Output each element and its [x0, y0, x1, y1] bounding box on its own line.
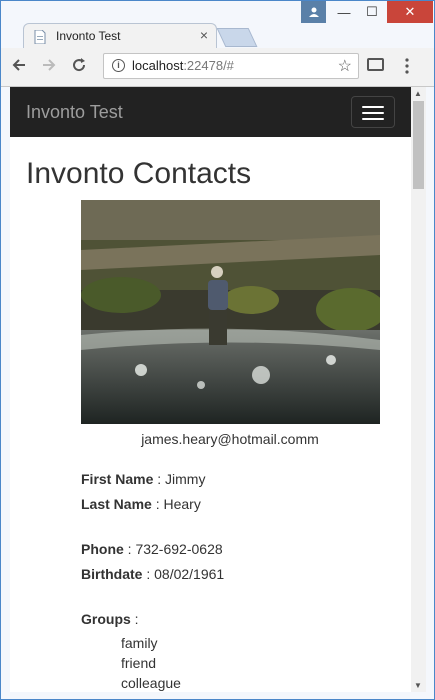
- site-navbar: Invonto Test: [10, 87, 411, 137]
- vertical-scrollbar[interactable]: ▲ ▼: [411, 87, 426, 692]
- last-name-label: Last Name: [81, 496, 152, 512]
- reload-icon[interactable]: [71, 57, 87, 78]
- page-title: Invonto Contacts: [26, 157, 252, 190]
- page-content: Invonto Contacts james.heary@hotmail.com…: [10, 137, 411, 692]
- browser-toolbar: i localhost:22478/# ☆: [1, 48, 434, 87]
- groups-label: Groups: [81, 611, 131, 627]
- contact-photo: [81, 200, 380, 424]
- group-item: friend: [121, 655, 157, 671]
- navbar-brand[interactable]: Invonto Test: [26, 102, 123, 123]
- phone-value: 732-692-0628: [135, 541, 223, 557]
- first-name-row: First Name : Jimmy: [81, 471, 206, 487]
- scroll-down-icon[interactable]: ▼: [414, 681, 422, 690]
- group-item: colleague: [121, 675, 181, 691]
- page-favicon-icon: [34, 30, 46, 44]
- forward-icon[interactable]: [41, 57, 57, 78]
- tab-close-icon[interactable]: ×: [200, 27, 208, 43]
- group-item: family: [121, 635, 158, 651]
- page-viewport: Invonto Test Invonto Contacts james.hear…: [10, 87, 426, 692]
- tab-title: Invonto Test: [56, 29, 121, 43]
- back-icon[interactable]: [11, 57, 27, 78]
- first-name-value: Jimmy: [165, 471, 206, 487]
- phone-label: Phone: [81, 541, 124, 557]
- cast-icon[interactable]: [367, 58, 384, 71]
- phone-row: Phone : 732-692-0628: [81, 541, 223, 557]
- first-name-label: First Name: [81, 471, 154, 487]
- birthdate-label: Birthdate: [81, 566, 143, 582]
- browser-window: — ☐ ✕ Invonto Test × i localhost:22478/#…: [0, 0, 435, 700]
- birthdate-value: 08/02/1961: [154, 566, 225, 582]
- star-icon[interactable]: ☆: [338, 56, 352, 76]
- address-bar[interactable]: i localhost:22478/# ☆: [103, 53, 359, 79]
- hamburger-icon[interactable]: [351, 96, 395, 128]
- url-text: localhost:22478/#: [132, 58, 234, 73]
- close-icon[interactable]: ✕: [387, 1, 433, 23]
- last-name-row: Last Name : Heary: [81, 496, 201, 512]
- scrollbar-thumb[interactable]: [413, 101, 424, 189]
- contact-email: james.heary@hotmail.comm: [141, 431, 319, 447]
- new-tab-button[interactable]: [216, 28, 258, 47]
- info-icon[interactable]: i: [112, 59, 125, 72]
- scroll-up-icon[interactable]: ▲: [414, 89, 422, 98]
- groups-list: family friend colleague: [121, 633, 181, 692]
- menu-icon[interactable]: [405, 58, 409, 74]
- url-host: localhost: [132, 58, 184, 73]
- maximize-icon[interactable]: ☐: [359, 1, 385, 23]
- url-port-path: :22478/#: [183, 58, 234, 73]
- browser-tab[interactable]: Invonto Test ×: [23, 23, 217, 49]
- minimize-icon[interactable]: —: [331, 1, 357, 23]
- user-icon[interactable]: [301, 1, 326, 23]
- last-name-value: Heary: [163, 496, 201, 512]
- groups-row: Groups :: [81, 611, 139, 627]
- birthdate-row: Birthdate : 08/02/1961: [81, 566, 225, 582]
